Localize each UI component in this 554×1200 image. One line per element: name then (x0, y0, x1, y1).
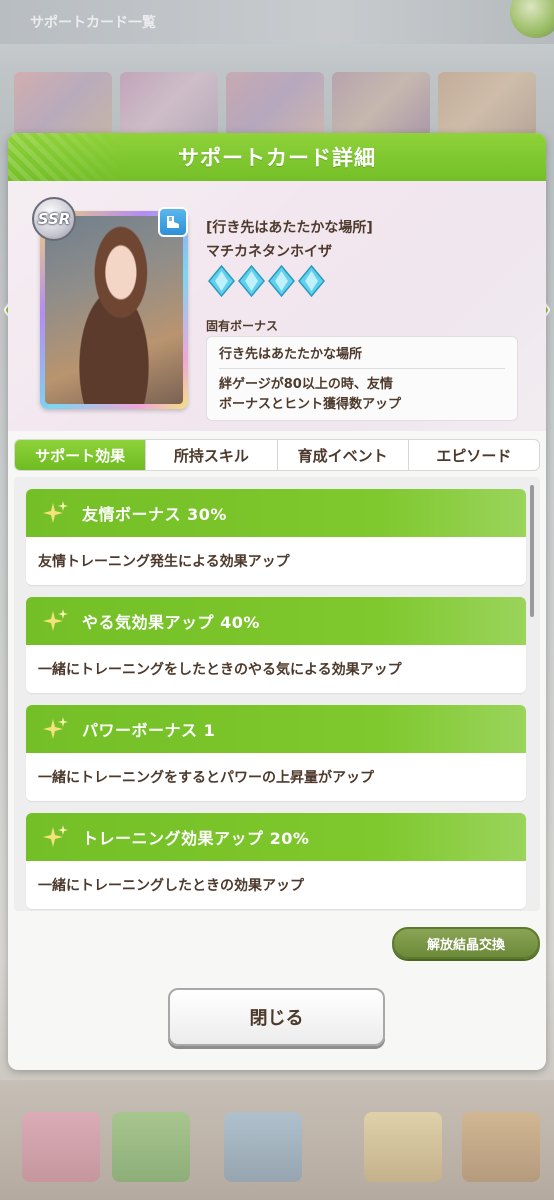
effect-title: やる気効果アップ 40% (82, 613, 260, 632)
sparkle-icon (43, 501, 68, 523)
diamond-gem-icon (208, 265, 235, 297)
effect-description: 一緒にトレーニングしたときの効果アップ (38, 878, 304, 894)
background-title: サポートカード一覧 (30, 15, 156, 31)
tab-episode[interactable]: エピソード (407, 440, 539, 470)
background-menu-item (462, 1112, 540, 1182)
effect-item: パワーボーナス 1 一緒にトレーニングをするとパワーの上昇量がアップ (26, 705, 526, 801)
unique-bonus-desc-line: ボーナスとヒント獲得数アップ (219, 397, 402, 412)
rarity-badge: SSR (32, 197, 76, 241)
effect-item: やる気効果アップ 40% 一緒にトレーニングをしたときのやる気による効果アップ (26, 597, 526, 693)
tab-support-effects[interactable]: サポート効果 (15, 440, 146, 470)
effect-header: パワーボーナス 1 (26, 705, 526, 753)
background-menu-item (364, 1112, 442, 1182)
diamond-gem-icon (298, 265, 325, 297)
effect-item: トレーニング効果アップ 20% 一緒にトレーニングしたときの効果アップ (26, 813, 526, 909)
background-card (332, 72, 430, 136)
limit-break-gems (208, 265, 325, 297)
effect-header: やる気効果アップ 40% (26, 597, 526, 645)
sparkle-icon (43, 717, 68, 739)
dialog-header: サポートカード詳細 (8, 133, 546, 181)
background-card (438, 72, 536, 136)
unique-bonus-box: 行き先はあたたかな場所 絆ゲージが80以上の時、友情 ボーナスとヒント獲得数アッ… (206, 336, 518, 421)
effects-list: 友情ボーナス 30% 友情トレーニング発生による効果アップ やる気効果アップ 4… (26, 489, 526, 911)
diamond-gem-icon (268, 265, 295, 297)
sparkle-icon (43, 609, 68, 631)
effect-description: 一緒にトレーニングをするとパワーの上昇量がアップ (38, 770, 374, 786)
background-menu-item (112, 1112, 190, 1182)
background-menu-item (22, 1112, 100, 1182)
effect-header: トレーニング効果アップ 20% (26, 813, 526, 861)
sparkle-icon (43, 825, 68, 847)
card-info-area: SSR [行き先はあたたかな場所] マチカネタンホイザ 固有ボーナス 行き先はあ… (8, 181, 546, 431)
effect-item: 友情ボーナス 30% 友情トレーニング発生による効果アップ (26, 489, 526, 585)
background-menu-item (224, 1112, 302, 1182)
unique-bonus-title: 行き先はあたたかな場所 (219, 343, 505, 369)
detail-tabs: サポート効果 所持スキル 育成イベント エピソード (14, 439, 540, 471)
card-artwork (45, 216, 183, 404)
background-card (14, 72, 112, 136)
diamond-gem-icon (238, 265, 265, 297)
effect-description: 友情トレーニング発生による効果アップ (38, 554, 290, 570)
effect-title: トレーニング効果アップ 20% (82, 829, 310, 848)
effect-header: 友情ボーナス 30% (26, 489, 526, 537)
background-card (120, 72, 218, 136)
support-card-image[interactable] (40, 211, 188, 409)
unique-bonus-description: 絆ゲージが80以上の時、友情 ボーナスとヒント獲得数アップ (219, 369, 505, 415)
unique-bonus-label: 固有ボーナス (206, 319, 279, 333)
tab-skills[interactable]: 所持スキル (145, 440, 276, 470)
crystal-exchange-button[interactable]: 解放結晶交換 (392, 927, 540, 959)
close-button[interactable]: 閉じる (168, 988, 385, 1046)
dialog-title: サポートカード詳細 (178, 146, 376, 170)
background-card (226, 72, 324, 136)
support-effects-panel[interactable]: 友情ボーナス 30% 友情トレーニング発生による効果アップ やる気効果アップ 4… (14, 477, 540, 911)
speed-type-icon (158, 207, 188, 237)
effect-description: 一緒にトレーニングをしたときのやる気による効果アップ (38, 662, 402, 678)
effect-title: 友情ボーナス 30% (82, 505, 227, 524)
header-pattern (8, 133, 128, 181)
effect-title: パワーボーナス 1 (82, 721, 216, 740)
background-bottom-menu (0, 1080, 554, 1200)
background-header: サポートカード一覧 (0, 0, 554, 44)
character-name: マチカネタンホイザ (206, 244, 332, 260)
card-title: [行き先はあたたかな場所] (206, 220, 373, 236)
unique-bonus-desc-line: 絆ゲージが80以上の時、友情 (219, 377, 393, 392)
background-card-strip (0, 72, 554, 136)
support-card-detail-dialog: サポートカード詳細 SSR [行き先はあたたかな場所] マチカネタンホイザ 固有… (8, 133, 546, 1070)
effects-scrollbar[interactable] (530, 485, 534, 617)
tab-training-events[interactable]: 育成イベント (276, 440, 408, 470)
